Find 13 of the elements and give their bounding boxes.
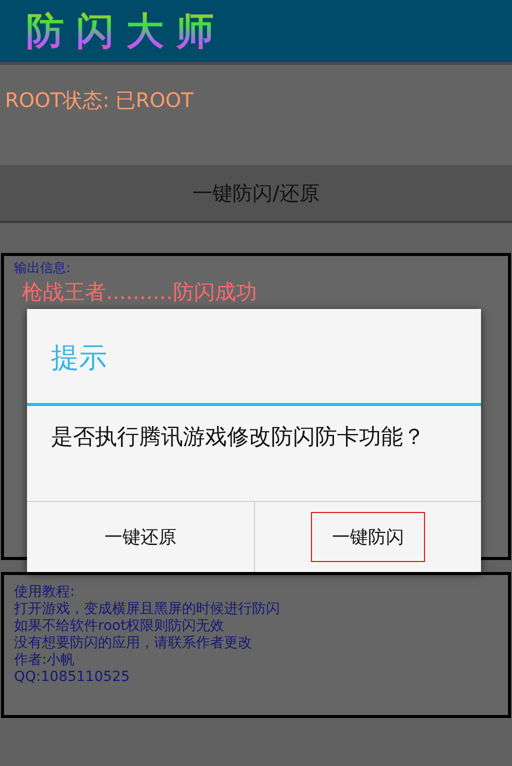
tutorial-line: 如果不给软件root权限则防闪无效: [14, 618, 226, 635]
root-status: ROOT状态: 已ROOT: [4, 86, 194, 114]
tutorial-line: 打开游戏，变成横屏且黑屏的时候进行防闪: [14, 601, 281, 618]
output-line: 枪战王者..........防闪成功: [21, 280, 258, 304]
dialog-button[interactable]: 一键还原: [85, 512, 196, 562]
tutorial-line: 使用教程:: [14, 584, 76, 601]
dialog-title: 提示: [50, 340, 108, 373]
dialog-button[interactable]: 一键防闪: [310, 512, 425, 562]
dialog-message: 是否执行腾讯游戏修改防闪防卡功能？: [50, 424, 426, 452]
tutorial-line: QQ:1085110525: [14, 669, 131, 686]
tutorial-line: 作者:小帆: [14, 652, 76, 669]
output-label: 输出信息:: [14, 261, 72, 277]
tutorial-line: 没有想要防闪的应用，请联系作者更改: [14, 635, 253, 652]
